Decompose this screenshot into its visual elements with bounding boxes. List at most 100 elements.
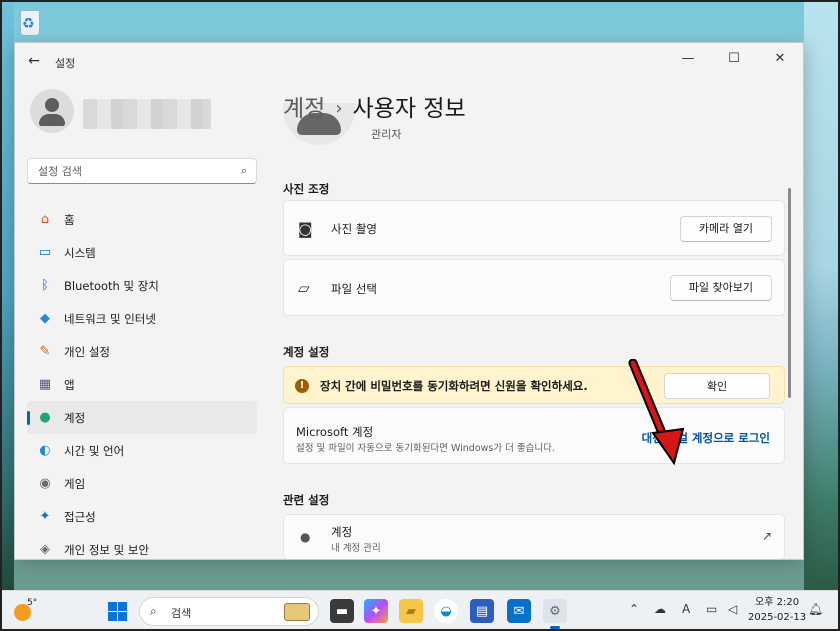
chevron-up-icon[interactable]: ⌃ bbox=[629, 602, 639, 616]
privacy-shield-icon: ◈ bbox=[40, 542, 50, 557]
apps-icon: ▦ bbox=[38, 377, 52, 392]
related-accounts-title: 계정 bbox=[331, 525, 353, 539]
sidebar-item-0[interactable]: ⌂ 홈 bbox=[27, 203, 257, 236]
page-title: 사용자 정보 bbox=[352, 96, 466, 122]
breadcrumb: 계정 › 사용자 정보 bbox=[283, 89, 466, 123]
search-icon[interactable]: ⌕ bbox=[241, 164, 247, 178]
bluetooth-icon: ᛒ bbox=[41, 278, 49, 293]
sidebar-item-label: 네트워크 및 인터넷 bbox=[64, 311, 156, 326]
sidebar-item-5[interactable]: ▦ 앱 bbox=[27, 368, 257, 401]
temperature: 5° bbox=[27, 598, 38, 608]
recycle-bin-icon[interactable]: ♻ bbox=[14, 6, 46, 40]
sidebar-item-8[interactable]: ◉ 게임 bbox=[27, 467, 257, 500]
maximize-button[interactable]: ☐ bbox=[711, 43, 757, 73]
taskbar: 5° ⌕ 검색 ▬ ✦ ▰ ◒ ▤ ✉ ⚙ ⌃ ☁ A ▭ ◁ 오후 2:20 … bbox=[0, 590, 840, 631]
sidebar-item-label: 개인 정보 및 보안 bbox=[64, 542, 150, 557]
clock-time: 오후 2:20 bbox=[755, 597, 800, 608]
red-arrow-annotation bbox=[628, 359, 685, 466]
network-icon[interactable]: ▭ bbox=[706, 602, 717, 616]
edge-browser-icon[interactable]: ◒ bbox=[434, 599, 458, 623]
camera-icon: ◙ bbox=[298, 220, 313, 238]
account-role: 관리자 bbox=[371, 128, 402, 141]
home-icon: ⌂ bbox=[40, 212, 50, 227]
take-photo-label: 사진 촬영 bbox=[331, 222, 377, 236]
settings-gear-icon[interactable]: ⚙ bbox=[543, 599, 567, 629]
sidebar-nav: ⌂ 홈 ▭ 시스템 ᛒ Bluetooth 및 장치 ◆ 네트워크 및 인터넷 ✎ 개인 설정 ▦ 앱… bbox=[27, 203, 257, 559]
ime-indicator[interactable]: A bbox=[682, 602, 690, 616]
sidebar-item-label: 접근성 bbox=[64, 509, 96, 524]
sidebar-item-label: 시스템 bbox=[64, 245, 96, 260]
sidebar-item-label: 게임 bbox=[64, 476, 86, 491]
personalization-icon: ✎ bbox=[39, 344, 51, 359]
search-input[interactable] bbox=[28, 159, 218, 183]
gaming-icon: ◉ bbox=[39, 476, 51, 491]
folder-icon: ▱ bbox=[298, 279, 310, 297]
profile-avatar bbox=[30, 89, 74, 133]
notification-bell-icon[interactable]: 🔔︎ bbox=[808, 602, 823, 616]
related-accounts-row[interactable]: ● 계정 내 계정 관리 ↗ bbox=[283, 514, 785, 559]
microsoft-account-description: 설정 및 파일이 자동으로 동기화된다면 Windows가 더 좋습니다. bbox=[296, 443, 555, 454]
desktop-wallpaper-left bbox=[0, 0, 14, 590]
taskbar-search[interactable]: ⌕ 검색 bbox=[139, 597, 319, 626]
volume-icon[interactable]: ◁ bbox=[728, 602, 737, 616]
sidebar-item-label: 계정 bbox=[64, 410, 86, 425]
time-language-icon: ◐ bbox=[39, 443, 51, 458]
browse-files-button[interactable]: 파일 찾아보기 bbox=[669, 275, 772, 301]
open-camera-button[interactable]: 카메라 열기 bbox=[679, 216, 772, 242]
photo-section-title: 사진 조정 bbox=[283, 182, 330, 196]
choose-file-label: 파일 선택 bbox=[331, 282, 377, 296]
account-settings-title: 계정 설정 bbox=[283, 345, 330, 359]
back-arrow-icon[interactable]: ← bbox=[25, 53, 43, 71]
sidebar-item-label: Bluetooth 및 장치 bbox=[64, 278, 159, 293]
microsoft-account-title: Microsoft 계정 bbox=[296, 425, 374, 439]
sidebar-item-2[interactable]: ᛒ Bluetooth 및 장치 bbox=[27, 269, 257, 302]
taskbar-search-label: 검색 bbox=[171, 607, 192, 620]
outlook-icon[interactable]: ✉ bbox=[507, 599, 531, 623]
search-icon: ⌕ bbox=[150, 604, 157, 618]
person-icon: ● bbox=[300, 530, 311, 544]
sidebar-item-6[interactable]: ● 계정 bbox=[27, 401, 257, 434]
sidebar-item-1[interactable]: ▭ 시스템 bbox=[27, 236, 257, 269]
sidebar-item-4[interactable]: ✎ 개인 설정 bbox=[27, 335, 257, 368]
weather-widget[interactable]: 5° bbox=[12, 598, 38, 623]
sidebar-item-9[interactable]: ✦ 접근성 bbox=[27, 500, 257, 533]
accounts-icon: ● bbox=[39, 410, 51, 425]
store-icon[interactable]: ▤ bbox=[470, 599, 494, 623]
clock[interactable]: 오후 2:20 2025-02-13 bbox=[748, 595, 806, 625]
search-highlight-icon bbox=[284, 603, 310, 621]
scrollbar[interactable] bbox=[788, 188, 791, 398]
cloud-status-icon[interactable]: ☁ bbox=[654, 602, 666, 616]
title-bar: ← 설정 — ☐ ✕ bbox=[15, 43, 803, 81]
related-settings-title: 관련 설정 bbox=[283, 493, 330, 507]
minimize-button[interactable]: — bbox=[665, 43, 711, 73]
verify-identity-banner: ! 장치 간에 비밀번호를 동기화하려면 신원을 확인하세요. 확인 bbox=[283, 366, 785, 404]
sidebar-item-label: 개인 설정 bbox=[64, 344, 110, 359]
network-icon: ◆ bbox=[40, 311, 50, 326]
sidebar-item-10[interactable]: ◈ 개인 정보 및 보안 bbox=[27, 533, 257, 559]
sidebar-item-label: 시간 및 언어 bbox=[64, 443, 125, 458]
close-button[interactable]: ✕ bbox=[757, 43, 803, 73]
task-view-icon[interactable]: ▬ bbox=[330, 599, 354, 623]
breadcrumb-parent[interactable]: 계정 bbox=[283, 96, 325, 122]
desktop-wallpaper-right bbox=[804, 0, 840, 590]
file-explorer-icon[interactable]: ▰ bbox=[399, 599, 423, 623]
sidebar-item-label: 앱 bbox=[64, 377, 75, 392]
chevron-right-icon: › bbox=[335, 98, 343, 119]
sidebar-item-label: 홈 bbox=[64, 212, 75, 227]
external-link-icon: ↗ bbox=[761, 529, 772, 543]
warning-icon: ! bbox=[295, 379, 309, 393]
copilot-icon[interactable]: ✦ bbox=[364, 599, 388, 623]
warning-text: 장치 간에 비밀번호를 동기화하려면 신원을 확인하세요. bbox=[320, 379, 588, 393]
take-photo-row: ◙ 사진 촬영 카메라 열기 bbox=[283, 200, 785, 256]
clock-date: 2025-02-13 bbox=[748, 612, 807, 623]
microsoft-account-row: Microsoft 계정 설정 및 파일이 자동으로 동기화된다면 Window… bbox=[283, 407, 785, 464]
system-icon: ▭ bbox=[38, 245, 52, 260]
windows-start-icon[interactable] bbox=[108, 602, 127, 621]
window-title: 설정 bbox=[55, 57, 76, 70]
sidebar-item-3[interactable]: ◆ 네트워크 및 인터넷 bbox=[27, 302, 257, 335]
sidebar-item-7[interactable]: ◐ 시간 및 언어 bbox=[27, 434, 257, 467]
settings-search[interactable]: ⌕ bbox=[27, 158, 257, 184]
settings-window: ← 설정 — ☐ ✕ ⌕ ⌂홈▭시스템ᛒBluetooth 및 장치◆네트워크 … bbox=[14, 42, 804, 560]
choose-file-row: ▱ 파일 선택 파일 찾아보기 bbox=[283, 259, 785, 316]
accessibility-icon: ✦ bbox=[39, 509, 51, 524]
